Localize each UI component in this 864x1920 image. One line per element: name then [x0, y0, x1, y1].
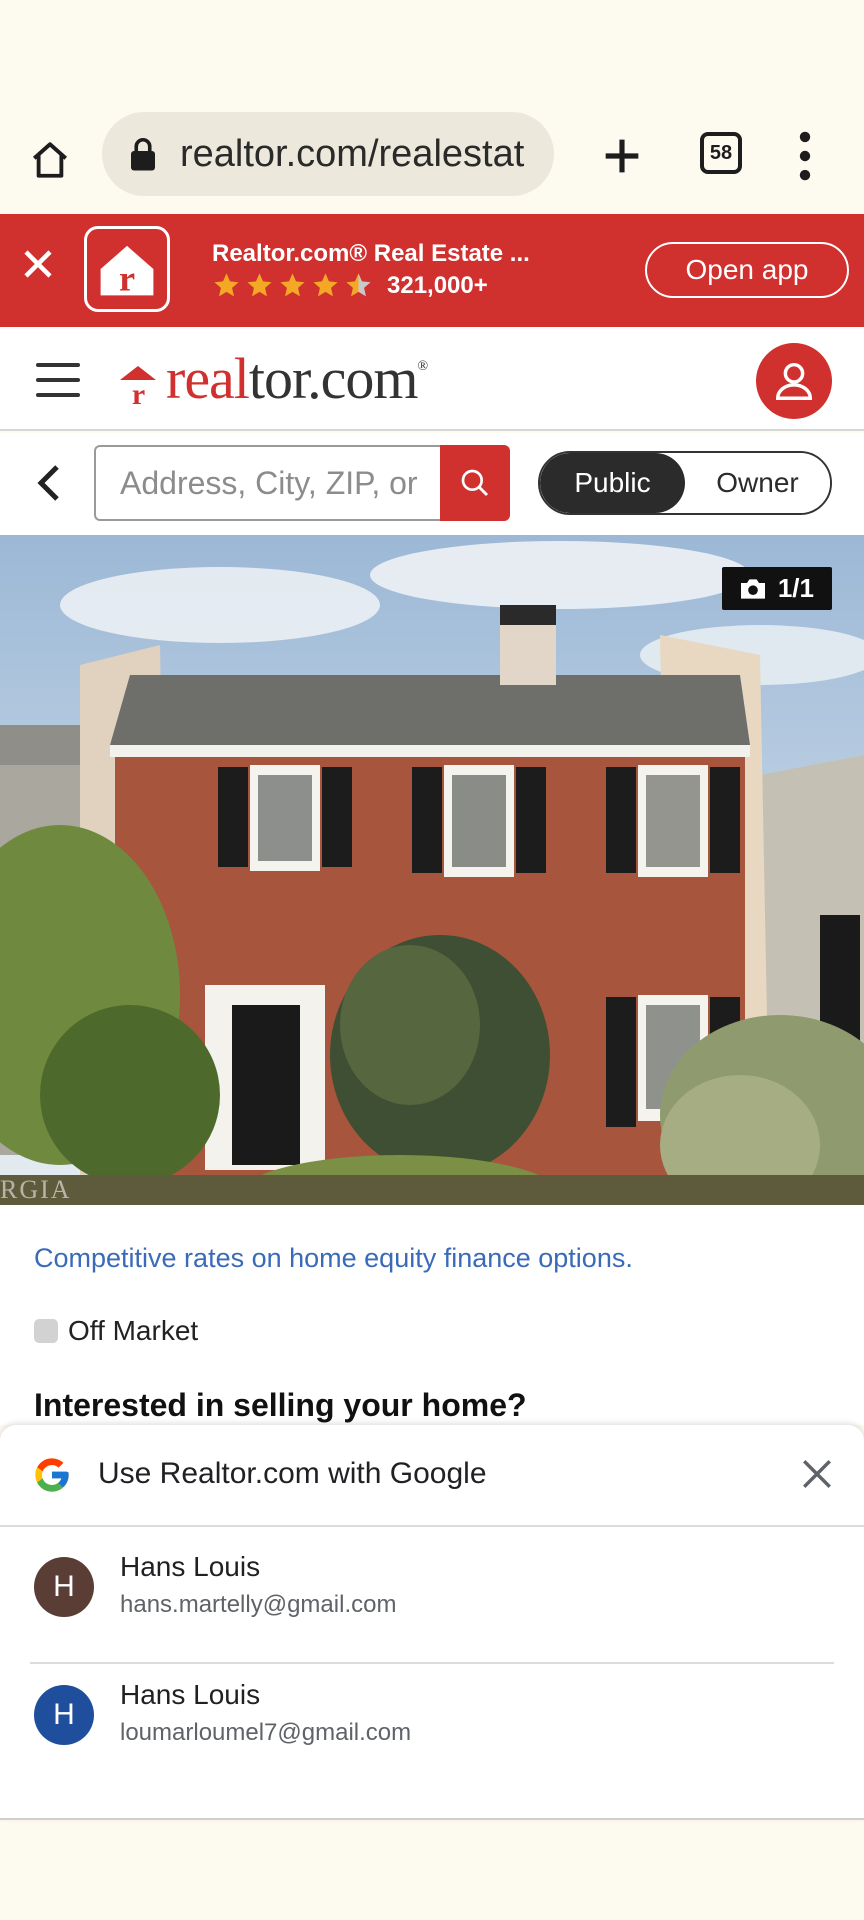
google-logo-icon	[35, 1458, 69, 1492]
close-icon[interactable]	[20, 246, 56, 282]
user-account-button[interactable]	[756, 343, 832, 419]
app-rating: 321,000+	[212, 271, 488, 300]
new-tab-icon[interactable]	[594, 128, 650, 184]
menu-icon[interactable]	[36, 363, 80, 397]
chevron-left-icon[interactable]	[34, 463, 64, 503]
app-logo-icon: r	[84, 226, 170, 312]
address-bar[interactable]: realtor.com/realestat	[102, 112, 554, 196]
app-title: Realtor.com® Real Estate ...	[212, 240, 530, 267]
account-email: loumarloumel7@gmail.com	[120, 1719, 412, 1746]
star-icon	[313, 273, 338, 297]
search-field[interactable]	[94, 445, 440, 521]
app-install-banner: r Realtor.com® Real Estate ... 321,000+ …	[0, 214, 864, 327]
account-name: Hans Louis	[120, 1551, 261, 1582]
status-badge: Off Market	[34, 1315, 198, 1347]
public-owner-toggle: Public Owner	[538, 451, 832, 515]
selling-heading: Interested in selling your home?	[34, 1387, 527, 1423]
avatar: H	[34, 1685, 94, 1745]
google-account-item[interactable]: H Hans Louis hans.martelly@gmail.com	[0, 1527, 864, 1655]
home-equity-link[interactable]: Competitive rates on home equity finance…	[34, 1243, 633, 1274]
account-name: Hans Louis	[120, 1679, 261, 1710]
more-vert-icon[interactable]	[790, 130, 820, 182]
listing-photo[interactable]: 1/1 RGIA	[0, 535, 864, 1205]
google-signin-sheet: Use Realtor.com with Google H Hans Louis…	[0, 1425, 864, 1820]
site-header: r real tor.com ®	[0, 327, 864, 431]
close-icon[interactable]	[800, 1457, 834, 1491]
star-icon	[214, 273, 239, 297]
search-input[interactable]	[120, 464, 440, 502]
search-icon	[461, 469, 489, 497]
star-icon	[247, 273, 272, 297]
house-image	[0, 535, 864, 1205]
lock-icon	[131, 137, 155, 171]
url-text: realtor.com/realestat	[180, 132, 525, 175]
photo-watermark: RGIA	[0, 1175, 72, 1204]
rating-count: 321,000+	[387, 271, 488, 299]
tab-switcher-button[interactable]: 58	[700, 132, 742, 174]
search-row: Public Owner	[0, 433, 864, 535]
open-app-button[interactable]: Open app	[645, 242, 849, 298]
avatar: H	[34, 1557, 94, 1617]
toggle-public[interactable]: Public	[540, 453, 685, 513]
realtor-r-icon: r	[120, 365, 156, 406]
camera-icon	[740, 578, 765, 599]
google-account-item[interactable]: H Hans Louis loumarloumel7@gmail.com	[0, 1655, 864, 1783]
half-star-icon	[346, 273, 371, 297]
listing-content: Competitive rates on home equity finance…	[0, 1205, 864, 1425]
star-icon	[280, 273, 305, 297]
user-icon	[775, 362, 813, 400]
browser-toolbar: realtor.com/realestat 58	[0, 108, 864, 214]
google-sheet-title: Use Realtor.com with Google	[98, 1457, 487, 1490]
svg-text:r: r	[119, 258, 135, 298]
realtor-logo[interactable]: r real tor.com ®	[118, 345, 428, 412]
toggle-owner[interactable]: Owner	[685, 453, 830, 513]
photo-count-badge[interactable]: 1/1	[721, 567, 832, 610]
account-email: hans.martelly@gmail.com	[120, 1591, 397, 1618]
status-bar-area	[0, 0, 864, 108]
status-dot	[34, 1319, 58, 1343]
home-icon[interactable]	[22, 132, 78, 188]
search-button[interactable]	[440, 445, 510, 521]
google-sheet-header: Use Realtor.com with Google	[0, 1425, 864, 1527]
svg-text:r: r	[132, 378, 145, 406]
